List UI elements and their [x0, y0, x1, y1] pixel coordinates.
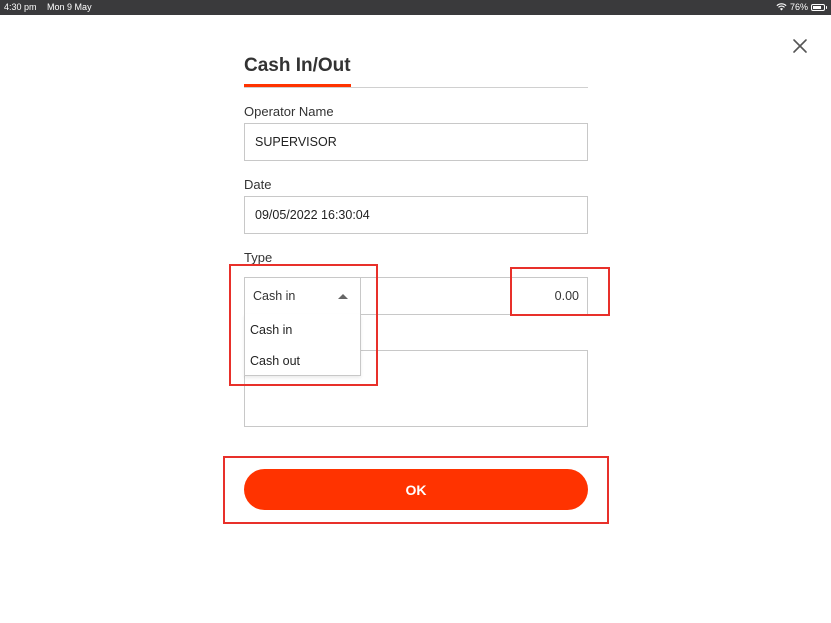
close-icon	[793, 39, 807, 53]
date-field[interactable]: 09/05/2022 16:30:04	[244, 196, 588, 234]
wifi-icon	[776, 3, 787, 11]
status-right: 76%	[776, 2, 827, 12]
battery-percent: 76%	[789, 2, 808, 12]
status-time: 4:30 pm	[4, 2, 37, 12]
close-button[interactable]	[790, 36, 810, 56]
status-date: Mon 9 May	[47, 2, 92, 12]
type-label: Type	[244, 250, 273, 265]
battery-icon	[811, 3, 827, 11]
highlight-type-dropdown	[229, 264, 378, 386]
status-left: 4:30 pm Mon 9 May	[4, 2, 92, 12]
operator-name-label: Operator Name	[244, 104, 334, 119]
dialog-title: Cash In/Out	[244, 55, 351, 76]
battery-fill	[813, 5, 821, 9]
status-bar: 4:30 pm Mon 9 May 76%	[0, 0, 831, 15]
operator-name-field[interactable]: SUPERVISOR	[244, 123, 588, 161]
highlight-ok-button	[223, 456, 609, 524]
title-divider	[244, 87, 588, 88]
date-label: Date	[244, 177, 272, 192]
highlight-amount	[510, 267, 610, 316]
